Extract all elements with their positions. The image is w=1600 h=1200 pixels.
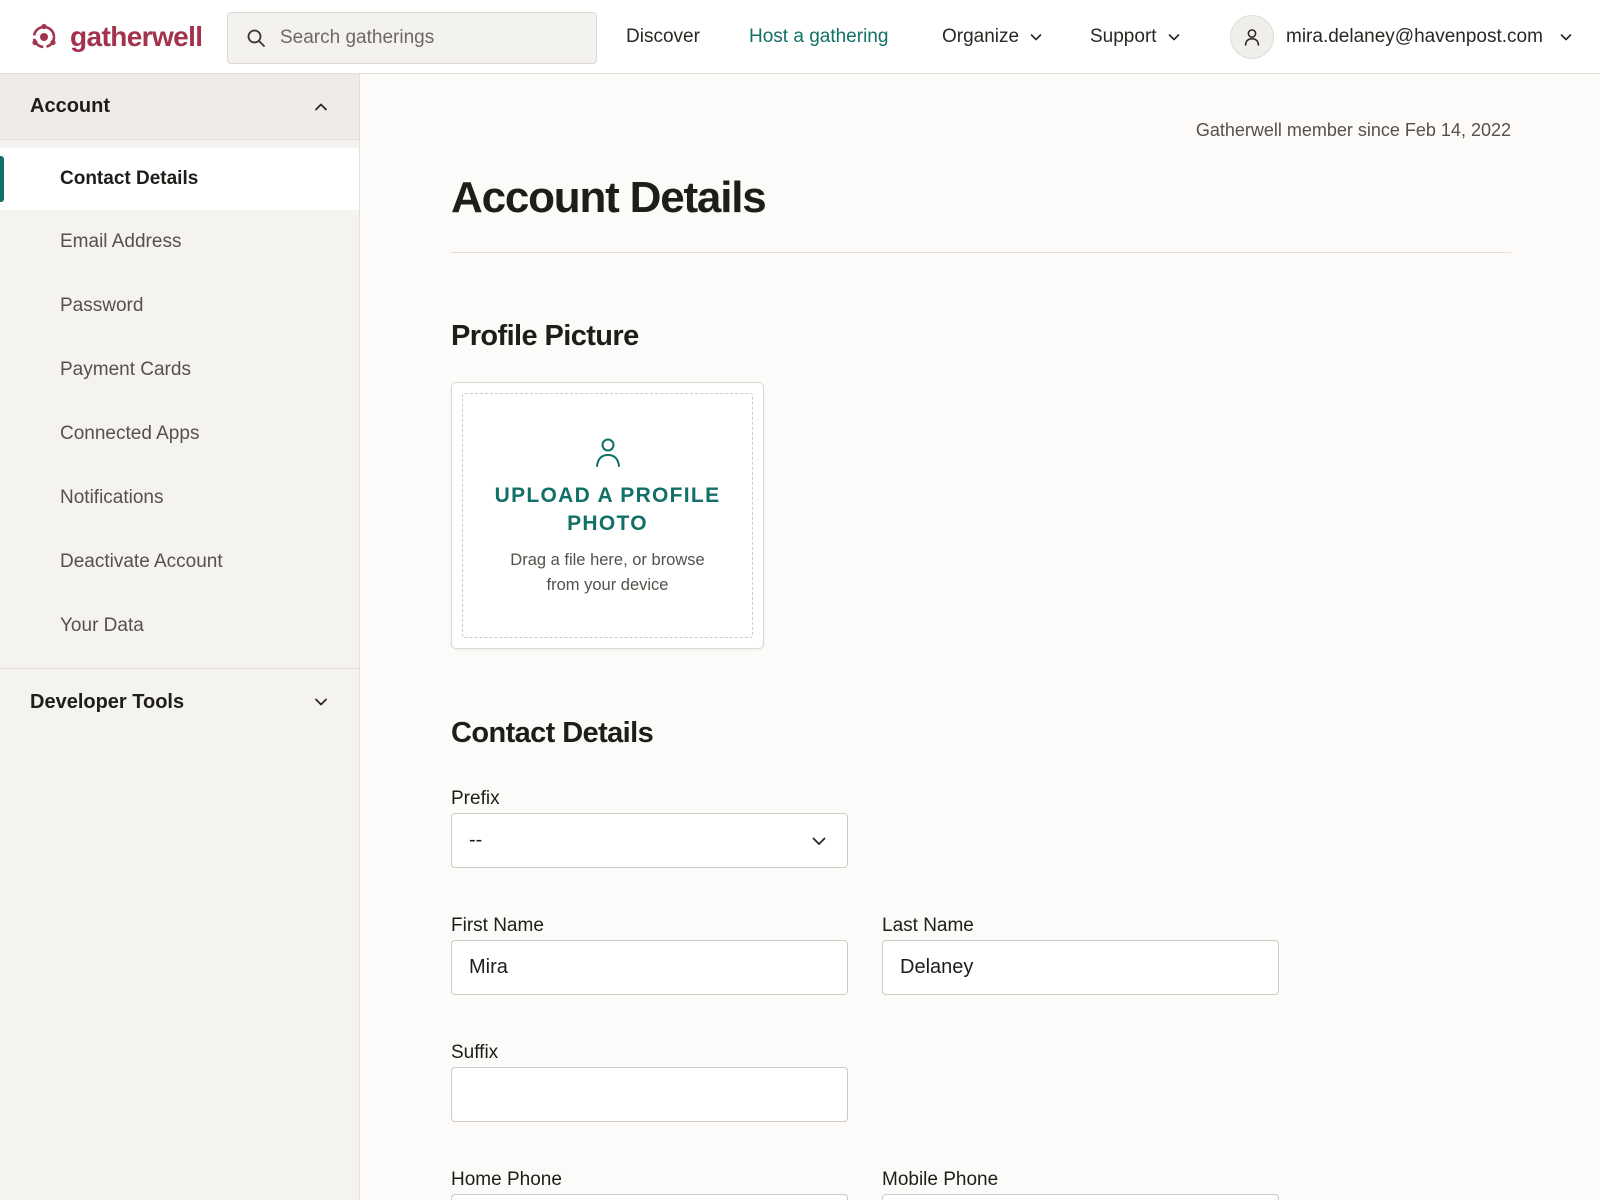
- upload-hint-text: Drag a file here, or browse from your de…: [510, 551, 705, 594]
- sidebar-item-label: Connected Apps: [60, 423, 200, 444]
- nav-organize-label: Organize: [942, 26, 1020, 47]
- nav-support-label: Support: [1090, 26, 1157, 47]
- nav-host-a-gathering[interactable]: Host a gathering: [749, 22, 888, 52]
- brand-logo-icon: [32, 23, 56, 49]
- brand-name: gatherwell: [70, 21, 203, 52]
- account-menu[interactable]: mira.delaney@havenpost.com: [1230, 15, 1573, 59]
- search-icon: [247, 29, 265, 47]
- last-name-label: Last Name: [882, 915, 974, 936]
- sidebar-section-title: Account: [30, 95, 110, 117]
- contact-details-heading: Contact Details: [451, 717, 654, 749]
- sidebar-item-your-data[interactable]: Your Data: [0, 594, 359, 658]
- nav-host-label: Host a gathering: [749, 26, 889, 47]
- home-phone-label: Home Phone: [451, 1169, 562, 1190]
- sidebar-item-label: Password: [60, 295, 144, 316]
- sidebar-account-items: Contact Details Email Address Password P…: [0, 140, 359, 669]
- suffix-field[interactable]: [451, 1067, 848, 1122]
- brand-logo[interactable]: gatherwell: [30, 18, 203, 56]
- first-name-label: First Name: [451, 915, 544, 936]
- user-icon: [1244, 29, 1260, 46]
- nav-support[interactable]: Support: [1090, 22, 1181, 52]
- sidebar-item-payment-cards[interactable]: Payment Cards: [0, 338, 359, 402]
- upload-profile-photo-label: UPLOAD A PROFILE PHOTO: [494, 484, 721, 535]
- nav-organize[interactable]: Organize: [942, 22, 1043, 52]
- main-content: Gatherwell member since Feb 14, 2022 Acc…: [361, 74, 1600, 1200]
- nav-discover[interactable]: Discover: [626, 22, 700, 52]
- profile-photo-upload-dropzone[interactable]: UPLOAD A PROFILE PHOTO Drag a file here,…: [451, 382, 764, 649]
- prefix-select[interactable]: --: [451, 813, 848, 868]
- account-email: mira.delaney@havenpost.com: [1286, 26, 1543, 47]
- nav-discover-label: Discover: [626, 26, 700, 47]
- mobile-phone-input[interactable]: [883, 1195, 1278, 1200]
- sidebar-item-label: Your Data: [60, 615, 144, 636]
- home-phone-field[interactable]: [451, 1194, 848, 1200]
- mobile-phone-field[interactable]: [882, 1194, 1279, 1200]
- sidebar-item-deactivate-account[interactable]: Deactivate Account: [0, 530, 359, 594]
- avatar: [1230, 15, 1274, 59]
- sidebar-item-label: Contact Details: [60, 168, 199, 189]
- user-icon: [595, 438, 620, 467]
- sidebar-section-account[interactable]: Account: [0, 74, 359, 140]
- first-name-field[interactable]: [451, 940, 848, 995]
- chevron-down-icon: [1030, 34, 1042, 41]
- sidebar-item-connected-apps[interactable]: Connected Apps: [0, 402, 359, 466]
- suffix-label: Suffix: [451, 1042, 499, 1063]
- search-input[interactable]: [280, 27, 580, 49]
- page-title: Account Details: [451, 173, 767, 222]
- profile-picture-heading: Profile Picture: [451, 320, 639, 352]
- member-since-text: Gatherwell member since Feb 14, 2022: [1195, 120, 1511, 140]
- first-name-input[interactable]: [452, 941, 847, 994]
- sidebar-item-email-address[interactable]: Email Address: [0, 210, 359, 274]
- suffix-input[interactable]: [452, 1068, 847, 1121]
- chevron-down-icon: [315, 698, 327, 706]
- mobile-phone-label: Mobile Phone: [882, 1169, 999, 1190]
- last-name-input[interactable]: [883, 941, 1278, 994]
- settings-sidebar: Account Contact Details Email Address Pa…: [0, 74, 360, 1200]
- dropzone-area: UPLOAD A PROFILE PHOTO Drag a file here,…: [462, 393, 753, 638]
- top-navigation-bar: gatherwell Discover Host a gathering Org…: [0, 0, 1600, 74]
- prefix-selected-value: --: [469, 829, 483, 851]
- divider: [451, 252, 1511, 253]
- sidebar-item-label: Email Address: [60, 231, 182, 252]
- chevron-up-icon: [315, 103, 327, 110]
- search-bar[interactable]: [227, 12, 597, 64]
- sidebar-section-title: Developer Tools: [30, 690, 185, 713]
- sidebar-item-label: Payment Cards: [60, 359, 191, 380]
- home-phone-input[interactable]: [452, 1195, 847, 1200]
- sidebar-item-password[interactable]: Password: [0, 274, 359, 338]
- last-name-field[interactable]: [882, 940, 1279, 995]
- prefix-label: Prefix: [451, 788, 500, 809]
- sidebar-section-developer-tools[interactable]: Developer Tools: [0, 669, 359, 735]
- chevron-down-icon: [1560, 34, 1572, 41]
- sidebar-item-notifications[interactable]: Notifications: [0, 466, 359, 530]
- chevron-down-icon: [1168, 34, 1179, 41]
- chevron-down-icon: [812, 837, 826, 845]
- sidebar-item-label: Deactivate Account: [60, 551, 223, 572]
- sidebar-item-label: Notifications: [60, 487, 164, 508]
- sidebar-item-contact-details[interactable]: Contact Details: [0, 148, 359, 210]
